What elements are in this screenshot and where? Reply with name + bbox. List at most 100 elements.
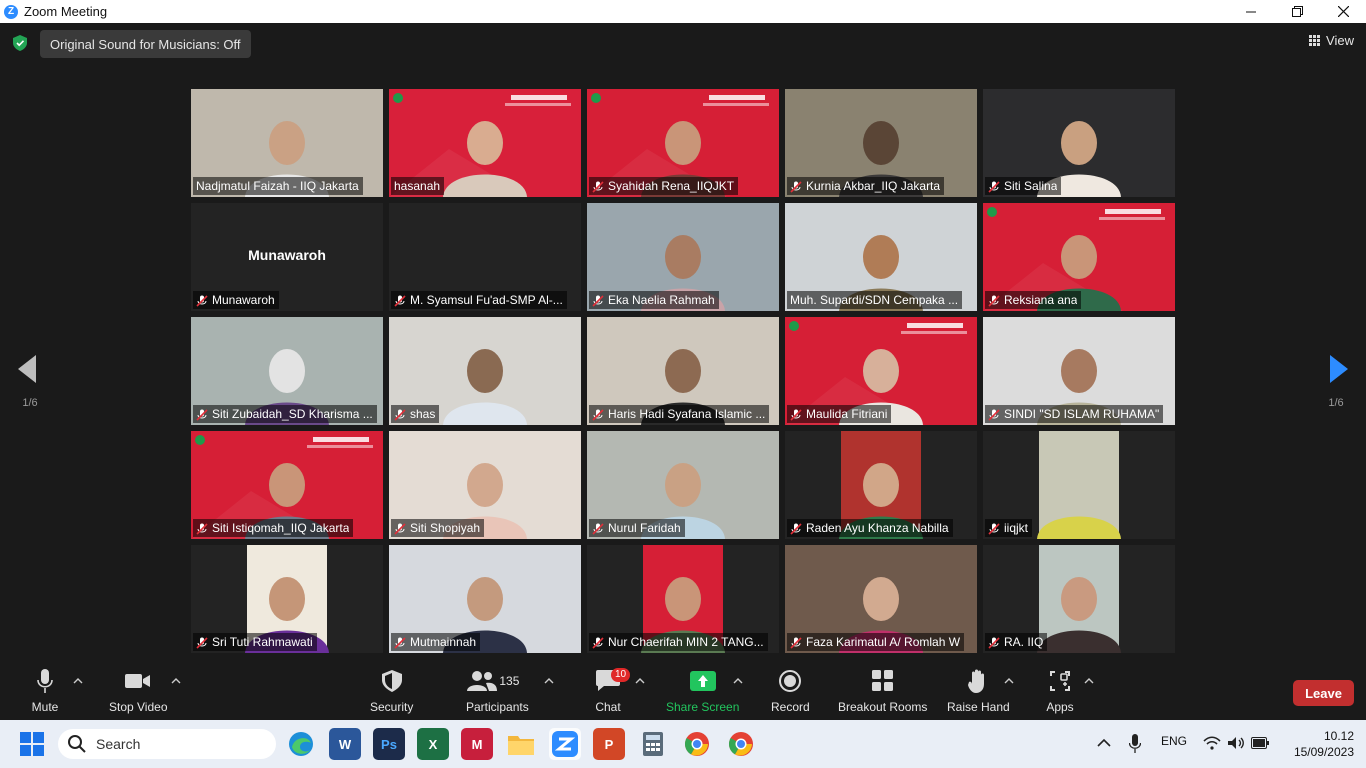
participants-label: Participants xyxy=(466,700,529,714)
photoshop-icon[interactable]: Ps xyxy=(373,728,405,760)
zoom-logo-icon: Z xyxy=(4,4,18,19)
muted-mic-icon xyxy=(988,408,1000,421)
close-icon[interactable] xyxy=(1320,0,1366,23)
participant-tile[interactable]: Sri Tuti Rahmawati xyxy=(191,545,383,653)
participant-tile[interactable]: Siti Salina xyxy=(983,89,1175,197)
participant-tile[interactable]: Nurul Faridah xyxy=(587,431,779,539)
muted-mic-icon xyxy=(394,522,406,535)
participant-tile[interactable]: Siti Istiqomah_IIQ Jakarta xyxy=(191,431,383,539)
participant-nameplate: iiqjkt xyxy=(985,519,1033,537)
breakout-rooms-button[interactable]: Breakout Rooms xyxy=(838,668,927,718)
participant-tile[interactable]: M. Syamsul Fu'ad-SMP Al-... xyxy=(389,203,581,311)
participant-tile[interactable]: Siti Shopiyah xyxy=(389,431,581,539)
clock-time: 10.12 xyxy=(1323,729,1354,743)
calculator-icon[interactable] xyxy=(637,728,669,760)
excel-icon[interactable]: X xyxy=(417,728,449,760)
next-page-icon[interactable] xyxy=(1328,355,1350,383)
muted-mic-icon xyxy=(592,294,604,307)
participants-options-chevron-icon[interactable] xyxy=(544,676,554,686)
participant-tile[interactable]: Syahidah Rena_IIQJKT xyxy=(587,89,779,197)
chat-unread-badge: 10 xyxy=(611,668,631,682)
participant-tile[interactable]: Reksiana ana xyxy=(983,203,1175,311)
participant-tile[interactable]: Mutmainnah xyxy=(389,545,581,653)
share-screen-icon xyxy=(689,671,716,691)
reactions-options-chevron-icon[interactable] xyxy=(1004,676,1014,686)
participant-name: Siti Zubaidah_SD Kharisma ... xyxy=(212,407,373,421)
chrome-profile-icon[interactable] xyxy=(725,728,757,760)
windows-start-icon[interactable] xyxy=(20,732,44,756)
participant-tile[interactable]: Kurnia Akbar_IIQ Jakarta xyxy=(785,89,977,197)
apps-icon xyxy=(1050,671,1070,691)
participant-nameplate: M. Syamsul Fu'ad-SMP Al-... xyxy=(391,291,567,309)
record-button[interactable]: Record xyxy=(771,668,810,718)
participants-button[interactable]: 135 Participants xyxy=(466,668,529,718)
system-clock[interactable]: 10.12 15/09/2023 xyxy=(1294,728,1354,760)
taskbar-search-box[interactable]: Search xyxy=(58,729,276,759)
tray-overflow-chevron-icon[interactable] xyxy=(1097,738,1111,748)
stop-video-button[interactable]: Stop Video xyxy=(109,668,168,718)
share-screen-button[interactable]: Share Screen xyxy=(666,668,739,718)
mute-options-chevron-icon[interactable] xyxy=(73,676,83,686)
participant-tile[interactable]: iiqjkt xyxy=(983,431,1175,539)
word-icon[interactable]: W xyxy=(329,728,361,760)
participant-tile[interactable]: Muh. Supardi/SDN Cempaka ... xyxy=(785,203,977,311)
file-explorer-icon[interactable] xyxy=(505,728,537,760)
wifi-icon[interactable] xyxy=(1203,736,1221,750)
record-icon xyxy=(779,670,802,692)
security-label: Security xyxy=(370,700,414,714)
participant-tile[interactable]: Nadjmatul Faizah - IIQ Jakarta xyxy=(191,89,383,197)
raise-hand-icon xyxy=(968,669,985,693)
search-placeholder: Search xyxy=(96,736,141,752)
participant-tile[interactable]: Eka Naelia Rahmah xyxy=(587,203,779,311)
mute-button[interactable]: Mute xyxy=(31,668,59,718)
muted-mic-icon xyxy=(790,180,802,193)
original-sound-toggle[interactable]: Original Sound for Musicians: Off xyxy=(40,30,251,58)
participant-tile[interactable]: Siti Zubaidah_SD Kharisma ... xyxy=(191,317,383,425)
battery-icon[interactable] xyxy=(1251,737,1269,749)
participant-name: Syahidah Rena_IIQJKT xyxy=(608,179,735,193)
apps-button[interactable]: Apps xyxy=(1046,668,1074,718)
language-indicator[interactable]: ENG xyxy=(1161,734,1187,748)
raise-hand-label: Raise Hand xyxy=(947,700,1010,714)
previous-page-icon[interactable] xyxy=(18,355,40,383)
share-options-chevron-icon[interactable] xyxy=(733,676,743,686)
participant-tile[interactable]: Haris Hadi Syafana Islamic ... xyxy=(587,317,779,425)
participant-tile[interactable]: Faza Karimatul A/ Romlah W xyxy=(785,545,977,653)
video-options-chevron-icon[interactable] xyxy=(171,676,181,686)
participant-tile[interactable]: Raden Ayu Khanza Nabilla xyxy=(785,431,977,539)
chat-options-chevron-icon[interactable] xyxy=(635,676,645,686)
participant-tile[interactable]: Munawaroh Munawaroh xyxy=(191,203,383,311)
participant-tile[interactable]: Maulida Fitriani xyxy=(785,317,977,425)
participant-tile[interactable]: shas xyxy=(389,317,581,425)
view-button[interactable]: View xyxy=(1309,33,1354,48)
powerpoint-icon[interactable]: P xyxy=(593,728,625,760)
encryption-shield-icon[interactable] xyxy=(13,35,27,51)
muted-mic-icon xyxy=(592,408,604,421)
clock-date: 15/09/2023 xyxy=(1293,745,1354,759)
participant-tile[interactable]: hasanah xyxy=(389,89,581,197)
leave-button[interactable]: Leave xyxy=(1293,680,1354,706)
participant-nameplate: Raden Ayu Khanza Nabilla xyxy=(787,519,953,537)
participant-nameplate: Kurnia Akbar_IIQ Jakarta xyxy=(787,177,945,195)
raise-hand-button[interactable]: Raise Hand xyxy=(947,668,1010,718)
apps-options-chevron-icon[interactable] xyxy=(1084,676,1094,686)
participant-nameplate: Muh. Supardi/SDN Cempaka ... xyxy=(787,291,963,309)
restore-icon[interactable] xyxy=(1274,0,1320,23)
security-button[interactable]: Security xyxy=(370,668,413,718)
participant-name: Reksiana ana xyxy=(1004,293,1078,307)
tray-microphone-icon[interactable] xyxy=(1129,734,1141,754)
chrome-icon[interactable] xyxy=(681,728,713,760)
page-indicator-left: 1/6 xyxy=(22,397,38,409)
participant-tile[interactable]: Nur Chaerifah MIN 2 TANG... xyxy=(587,545,779,653)
edge-browser-icon[interactable] xyxy=(285,728,317,760)
zoom-taskbar-icon[interactable] xyxy=(549,728,581,760)
video-camera-icon xyxy=(125,674,151,688)
participant-tile[interactable]: SINDI "SD ISLAM RUHAMA" xyxy=(983,317,1175,425)
minimize-icon[interactable] xyxy=(1228,0,1274,23)
participant-tile[interactable]: RA. IIQ xyxy=(983,545,1175,653)
mendeley-icon[interactable]: M xyxy=(461,728,493,760)
participant-name: Raden Ayu Khanza Nabilla xyxy=(806,521,949,535)
search-icon xyxy=(68,735,86,753)
muted-mic-icon xyxy=(394,636,406,649)
volume-icon[interactable] xyxy=(1227,736,1245,750)
